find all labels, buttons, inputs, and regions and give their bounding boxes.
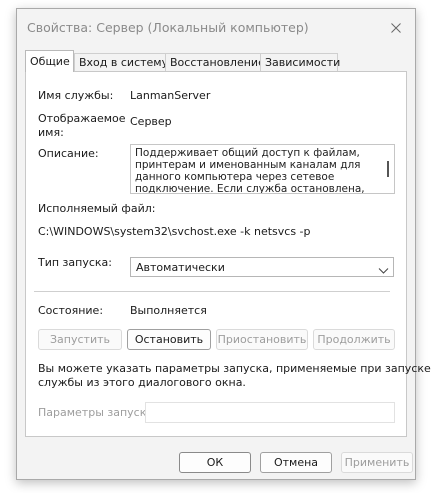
tab-recovery[interactable]: Восстановление <box>165 53 265 71</box>
service-name-label: Имя службы: <box>38 89 114 102</box>
start-params-label: Параметры запуска: <box>38 406 157 419</box>
close-icon <box>391 18 401 37</box>
service-name-value: LanmanServer <box>130 89 211 102</box>
status-value: Выполняется <box>130 304 207 317</box>
description-line: данного компьютера через сетевое <box>135 171 335 183</box>
pause-button[interactable]: Приостановить <box>216 329 308 350</box>
divider <box>34 291 390 292</box>
exe-label: Исполняемый файл: <box>38 202 156 215</box>
display-name-label-line2: имя: <box>38 126 64 139</box>
chevron-down-icon <box>378 261 389 280</box>
startup-type-label: Тип запуска: <box>38 256 112 269</box>
description-line: подключение. Если служба остановлена, та… <box>135 183 365 194</box>
description-box[interactable]: Поддерживает общий доступ к файлам, прин… <box>130 144 395 194</box>
general-tab-panel: Имя службы: LanmanServer Отображаемое им… <box>25 71 431 437</box>
tab-dependencies[interactable]: Зависимости <box>260 53 340 71</box>
exe-path-value: C:\WINDOWS\system32\svchost.exe -k netsv… <box>38 225 311 238</box>
window-title: Свойства: Сервер (Локальный компьютер) <box>27 20 309 35</box>
title-bar: Свойства: Сервер (Локальный компьютер) <box>17 9 415 47</box>
start-button[interactable]: Запустить <box>38 329 122 350</box>
close-button[interactable] <box>383 15 409 39</box>
stop-button[interactable]: Остановить <box>127 329 211 350</box>
status-label: Состояние: <box>38 304 104 317</box>
tab-logon[interactable]: Вход в систему <box>74 53 168 71</box>
cancel-button[interactable]: Отмена <box>260 452 332 473</box>
ok-button[interactable]: ОК <box>179 452 251 473</box>
display-name-label-line1: Отображаемое <box>38 112 126 125</box>
description-line: Поддерживает общий доступ к файлам, <box>135 147 360 159</box>
resume-button[interactable]: Продолжить <box>313 329 395 350</box>
startup-type-select[interactable]: Автоматически <box>130 257 394 277</box>
service-properties-dialog: Свойства: Сервер (Локальный компьютер) О… <box>16 8 431 480</box>
description-scrollbar[interactable] <box>387 161 389 177</box>
display-name-value: Сервер <box>130 115 172 128</box>
apply-button[interactable]: Применить <box>341 452 413 473</box>
tab-general[interactable]: Общие <box>25 50 74 72</box>
description-text: Поддерживает общий доступ к файлам, прин… <box>135 147 380 194</box>
startup-type-value: Автоматически <box>136 261 225 274</box>
hint-line-2: службы из этого диалогового окна. <box>38 376 246 389</box>
start-params-input[interactable] <box>145 402 395 423</box>
description-line: принтерам и именованным каналам для <box>135 159 361 171</box>
description-label: Описание: <box>38 147 99 160</box>
hint-line-1: Вы можете указать параметры запуска, при… <box>38 362 431 375</box>
